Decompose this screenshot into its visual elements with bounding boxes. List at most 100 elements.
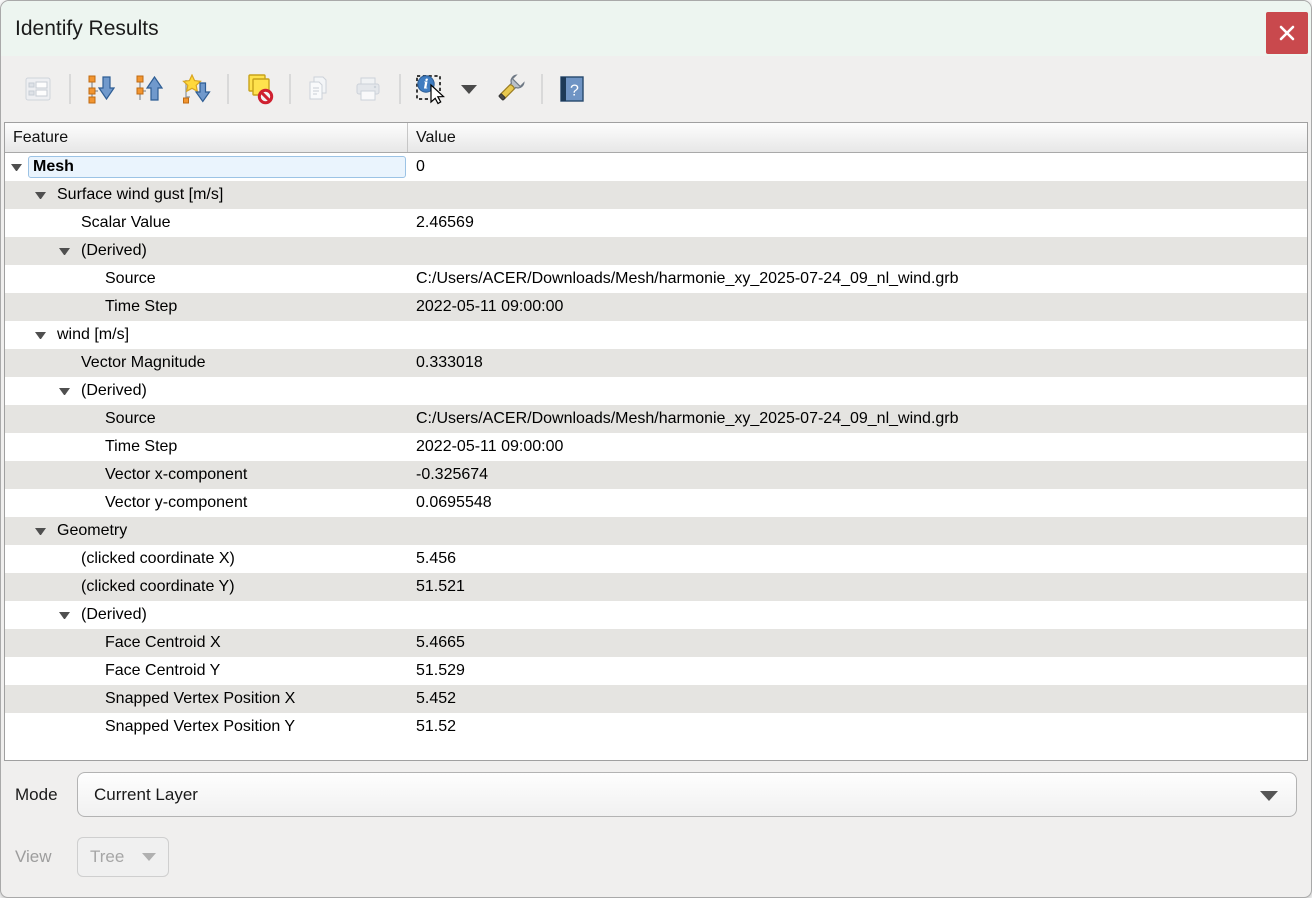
feature-label: (Derived) <box>81 606 147 624</box>
chevron-down-icon <box>1260 791 1278 801</box>
tree-row[interactable]: Snapped Vertex Position X 5.452 <box>5 685 1307 713</box>
feature-label: (clicked coordinate Y) <box>81 578 235 596</box>
wrench-icon <box>493 72 527 106</box>
tree-row[interactable]: Surface wind gust [m/s] <box>5 181 1307 209</box>
indent-spacer <box>5 615 59 616</box>
help-book-icon: ? <box>557 74 587 104</box>
feature-cell: Vector y-component <box>5 489 408 517</box>
value-cell <box>408 377 1307 405</box>
feature-cell: Time Step <box>5 433 408 461</box>
tree-row[interactable]: Source C:/Users/ACER/Downloads/Mesh/harmo… <box>5 265 1307 293</box>
identify-mode-dropdown-arrow[interactable] <box>461 85 477 94</box>
tree-row[interactable]: (Derived) <box>5 237 1307 265</box>
view-combobox-value: Tree <box>90 847 124 867</box>
close-button[interactable] <box>1266 12 1308 54</box>
copy-feature-button <box>301 70 339 108</box>
value-cell: 0.333018 <box>408 349 1307 377</box>
column-header-value[interactable]: Value <box>408 123 1307 152</box>
value-cell: C:/Users/ACER/Downloads/Mesh/harmonie_xy… <box>408 265 1307 293</box>
expand-tree-button[interactable] <box>81 70 119 108</box>
feature-label: Vector y-component <box>105 494 247 512</box>
feature-label: (clicked coordinate X) <box>81 550 235 568</box>
value-cell: C:/Users/ACER/Downloads/Mesh/harmonie_xy… <box>408 405 1307 433</box>
printer-icon <box>353 74 383 104</box>
feature-cell: Vector x-component <box>5 461 408 489</box>
indent-spacer <box>5 223 59 224</box>
indent-spacer <box>5 335 35 336</box>
feature-cell: Snapped Vertex Position X <box>5 685 408 713</box>
column-header-feature[interactable]: Feature <box>5 123 408 152</box>
expander-triangle-icon[interactable] <box>35 192 46 199</box>
tree-row[interactable]: Vector Magnitude0.333018 <box>5 349 1307 377</box>
value-cell: 0.0695548 <box>408 489 1307 517</box>
tree-row[interactable]: wind [m/s] <box>5 321 1307 349</box>
toolbar-separator <box>69 74 71 104</box>
print-response-button <box>349 70 387 108</box>
expand-new-results-button[interactable] <box>177 70 215 108</box>
tree-row[interactable]: Face Centroid Y51.529 <box>5 657 1307 685</box>
tree-row[interactable]: (Derived) <box>5 377 1307 405</box>
feature-label: Surface wind gust [m/s] <box>57 186 223 204</box>
indent-spacer <box>5 671 83 672</box>
tree-row[interactable]: Vector x-component-0.325674 <box>5 461 1307 489</box>
results-tree: Feature Value Mesh0 Surface wind gust [m/… <box>4 122 1308 761</box>
feature-label: Source <box>105 270 156 288</box>
feature-cell: (clicked coordinate Y) <box>5 573 408 601</box>
titlebar: Identify Results <box>1 1 1311 56</box>
indent-spacer <box>5 475 83 476</box>
toolbar-separator <box>541 74 543 104</box>
tree-body: Mesh0 Surface wind gust [m/s] Scalar Value… <box>5 153 1307 760</box>
expander-triangle-icon[interactable] <box>59 612 70 619</box>
feature-cell: Face Centroid X <box>5 629 408 657</box>
feature-label: wind [m/s] <box>57 326 129 344</box>
feature-label: Snapped Vertex Position X <box>105 690 295 708</box>
clear-results-button[interactable] <box>239 70 277 108</box>
feature-label: Source <box>105 410 156 428</box>
indent-spacer <box>5 643 83 644</box>
open-form-button <box>19 70 57 108</box>
tree-row[interactable]: Snapped Vertex Position Y51.52 <box>5 713 1307 741</box>
value-cell: 5.452 <box>408 685 1307 713</box>
tree-row[interactable]: (Derived) <box>5 601 1307 629</box>
identify-settings-button[interactable] <box>491 70 529 108</box>
tree-row[interactable]: Source C:/Users/ACER/Downloads/Mesh/harmo… <box>5 405 1307 433</box>
tree-row[interactable]: Time Step2022-05-11 09:00:00 <box>5 433 1307 461</box>
value-cell: 5.456 <box>408 545 1307 573</box>
indent-spacer <box>5 391 59 392</box>
expander-triangle-icon[interactable] <box>11 164 22 171</box>
tree-row[interactable]: Time Step2022-05-11 09:00:00 <box>5 293 1307 321</box>
form-view-icon <box>23 74 53 104</box>
help-button[interactable]: ? <box>553 70 591 108</box>
mode-combobox[interactable]: Current Layer <box>77 772 1297 817</box>
value-cell: 0 <box>408 153 1307 181</box>
identify-cursor-icon: i <box>414 73 446 105</box>
tree-row[interactable]: (clicked coordinate Y)51.521 <box>5 573 1307 601</box>
indent-spacer <box>5 727 83 728</box>
tree-row[interactable]: Face Centroid X5.4665 <box>5 629 1307 657</box>
indent-spacer <box>5 307 83 308</box>
expander-triangle-icon[interactable] <box>35 528 46 535</box>
feature-label: Face Centroid Y <box>105 662 220 680</box>
indent-spacer <box>5 699 83 700</box>
tree-row[interactable]: Geometry <box>5 517 1307 545</box>
expander-triangle-icon[interactable] <box>59 388 70 395</box>
feature-cell: (Derived) <box>5 237 408 265</box>
value-cell: 2022-05-11 09:00:00 <box>408 293 1307 321</box>
tree-row[interactable]: Scalar Value2.46569 <box>5 209 1307 237</box>
view-label: View <box>15 847 77 867</box>
clear-layers-icon <box>242 73 274 105</box>
indent-spacer <box>5 251 59 252</box>
expander-triangle-icon[interactable] <box>59 248 70 255</box>
tree-row[interactable]: Mesh0 <box>5 153 1307 181</box>
tree-row[interactable]: Vector y-component 0.0695548 <box>5 489 1307 517</box>
toolbar-separator <box>399 74 401 104</box>
expander-triangle-icon[interactable] <box>35 332 46 339</box>
star-arrow-icon <box>181 74 211 104</box>
tree-row[interactable]: (clicked coordinate X) 5.456 <box>5 545 1307 573</box>
collapse-tree-button[interactable] <box>129 70 167 108</box>
toolbar-separator <box>289 74 291 104</box>
identify-features-button[interactable]: i <box>411 70 449 108</box>
mode-row: Mode Current Layer <box>15 772 1297 817</box>
value-cell <box>408 321 1307 349</box>
indent-spacer <box>5 559 59 560</box>
